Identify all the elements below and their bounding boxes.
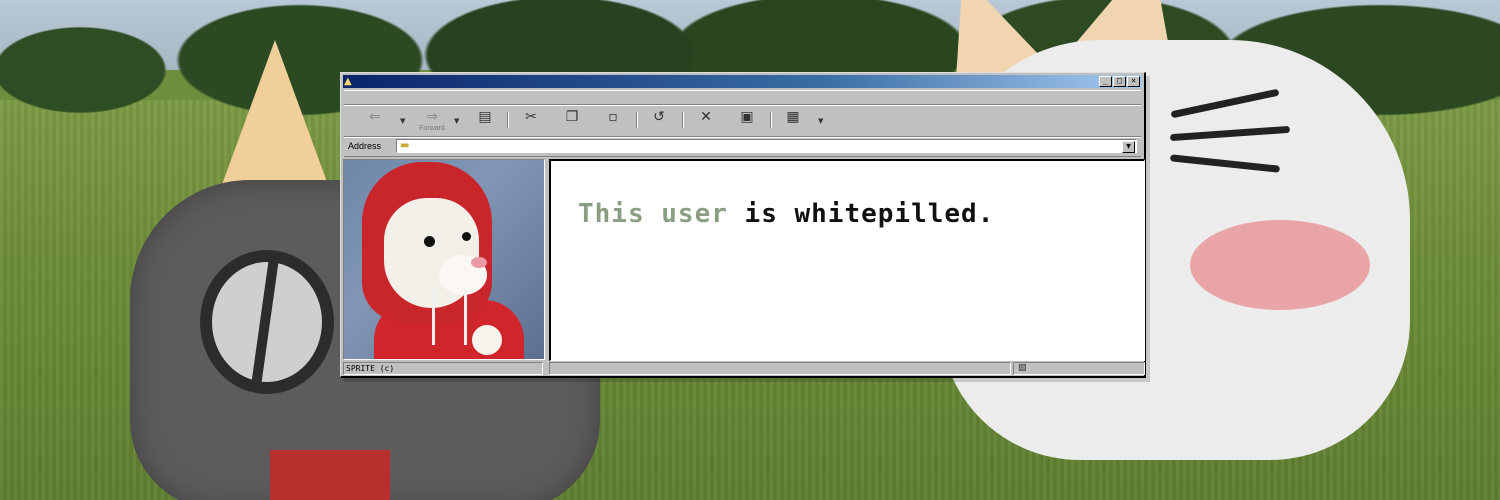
white-cat-whisker	[1169, 125, 1291, 142]
toolbar-separator	[507, 112, 509, 128]
window-controls: _ □ ×	[1098, 76, 1140, 87]
forward-button[interactable]: ⇒ Forward	[414, 109, 450, 133]
cut-button[interactable]: ✂	[518, 109, 544, 133]
toolbar: ⇐ ▼ ⇒ Forward ▼ ▤ ✂ ❐ ▫ ↺ ✕ ▣ ▦ ▼	[344, 105, 1141, 137]
address-bar: Address ▬ ▼	[344, 137, 1141, 157]
paste-icon: ▫	[608, 109, 618, 125]
dark-cat-ear	[220, 40, 330, 190]
up-folder-icon: ▤	[478, 109, 492, 125]
title-bar[interactable]: ▲ _ □ ×	[343, 75, 1142, 88]
cut-icon: ✂	[525, 109, 537, 125]
white-cat-whisker	[1169, 154, 1281, 173]
forward-dropdown-icon[interactable]: ▼	[454, 117, 459, 125]
userbox-message: This user is whitepilled.	[578, 199, 994, 229]
paste-button[interactable]: ▫	[600, 109, 626, 133]
toolbar-separator	[636, 112, 638, 128]
ferret-nose	[471, 257, 487, 268]
white-cat-blush	[1190, 220, 1370, 310]
copy-icon: ❐	[565, 109, 579, 125]
message-rest: is whitepilled.	[727, 199, 995, 229]
forward-arrow-icon: ⇒	[426, 109, 438, 125]
status-bar-middle	[549, 362, 1011, 375]
views-dropdown-icon[interactable]: ▼	[818, 117, 823, 125]
back-arrow-icon: ⇐	[369, 109, 381, 125]
undo-button[interactable]: ↺	[646, 109, 672, 133]
back-button[interactable]: ⇐	[362, 109, 388, 133]
views-button[interactable]: ▦	[780, 109, 806, 133]
properties-icon: ▣	[740, 109, 754, 125]
status-bar-left: SPRITE (c)	[343, 362, 543, 375]
back-dropdown-icon[interactable]: ▼	[400, 117, 405, 125]
address-label: Address	[348, 141, 382, 151]
close-button[interactable]: ×	[1127, 76, 1140, 87]
dark-cat-eye	[200, 250, 334, 394]
message-highlight: This user	[578, 199, 728, 229]
explorer-window: ▲ _ □ × ⇐ ▼ ⇒ Forward ▼ ▤ ✂ ❐ ▫ ↺ ✕ ▣ ▦ …	[340, 72, 1146, 378]
maximize-button[interactable]: □	[1113, 76, 1126, 87]
menu-bar	[344, 90, 1141, 105]
preview-pane	[343, 159, 545, 360]
status-bar-right: ▧	[1013, 362, 1145, 375]
undo-icon: ↺	[653, 109, 665, 125]
delete-button[interactable]: ✕	[693, 109, 719, 133]
content-pane: This user is whitepilled.	[549, 159, 1145, 361]
views-icon: ▦	[786, 109, 800, 125]
up-folder-button[interactable]: ▤	[472, 109, 498, 133]
delete-icon: ✕	[700, 109, 712, 125]
folder-icon: ▬	[400, 140, 410, 151]
computer-icon: ▧	[1018, 363, 1027, 373]
toolbar-separator	[682, 112, 684, 128]
ferret-paw	[472, 325, 502, 355]
forward-label: Forward	[419, 125, 445, 132]
toolbar-separator	[770, 112, 772, 128]
hoodie-string	[464, 290, 467, 345]
copy-button[interactable]: ❐	[559, 109, 585, 133]
address-input[interactable]: ▬ ▼	[396, 139, 1137, 153]
minimize-button[interactable]: _	[1099, 76, 1112, 87]
ferret-image	[344, 160, 544, 359]
ferret-eye	[424, 236, 435, 247]
dark-cat-collar	[270, 450, 390, 500]
address-dropdown-icon[interactable]: ▼	[1122, 141, 1135, 153]
hoodie-string	[432, 290, 435, 345]
white-cat-whisker	[1170, 88, 1280, 119]
folder-icon: ▲	[344, 76, 352, 87]
properties-button[interactable]: ▣	[734, 109, 760, 133]
ferret-eye	[462, 232, 471, 241]
